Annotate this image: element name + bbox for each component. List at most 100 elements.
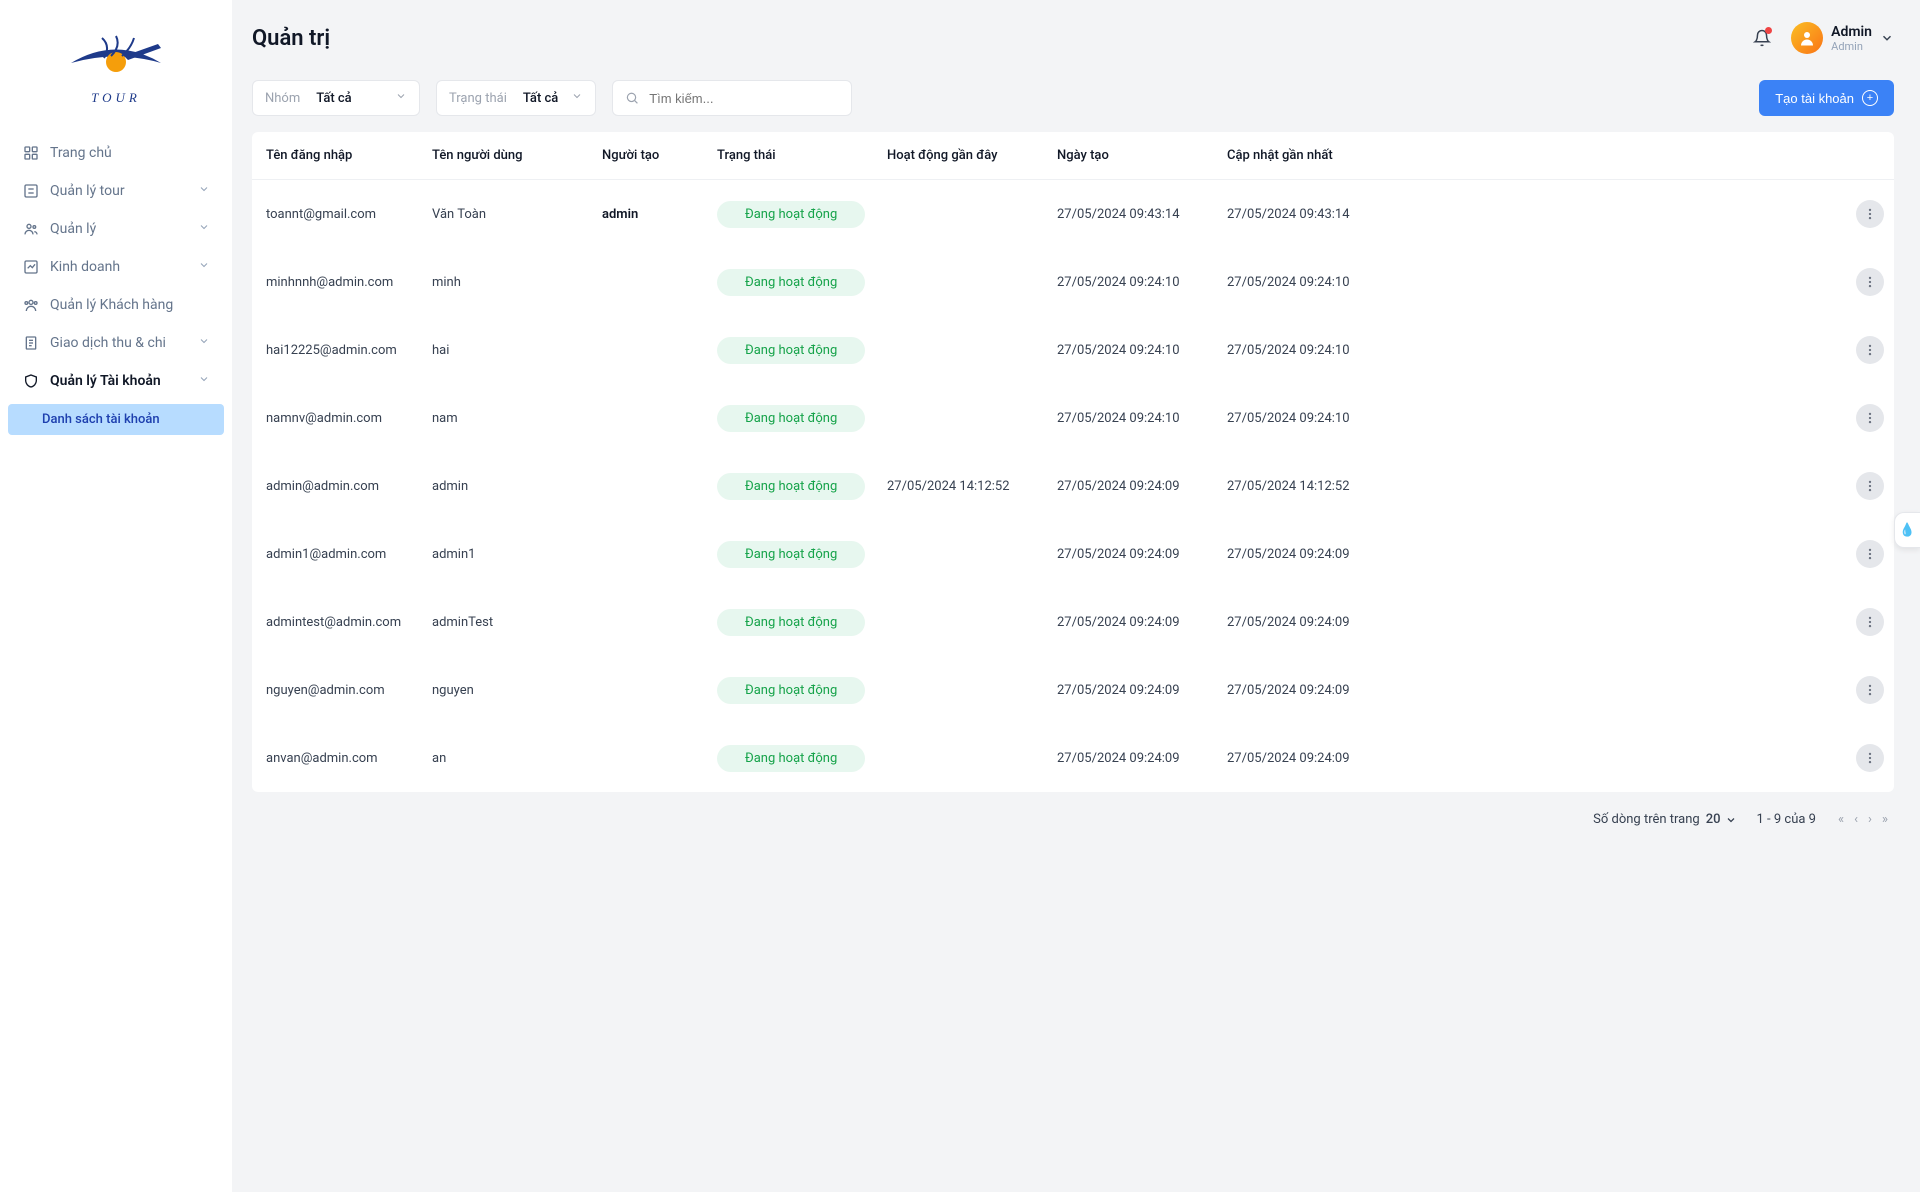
page-last-button[interactable]: » — [1880, 810, 1890, 829]
chevron-down-icon — [571, 90, 583, 106]
main: Quản trị Admin Admin — [232, 0, 1920, 1192]
cell-name: adminTest — [422, 588, 592, 656]
group-select-label: Nhóm — [265, 91, 300, 106]
row-actions-button[interactable] — [1856, 540, 1884, 568]
table-header-actions — [1846, 132, 1894, 180]
search-icon — [625, 90, 639, 106]
sidebar-item-5[interactable]: Giao dịch thu & chi — [8, 324, 224, 362]
cell-name: nam — [422, 384, 592, 452]
chart-icon — [22, 258, 40, 276]
row-actions-button[interactable] — [1856, 744, 1884, 772]
cell-last-activity — [877, 588, 1047, 656]
cell-login: admin1@admin.com — [252, 520, 422, 588]
search-box — [612, 80, 852, 116]
rows-per-page-select[interactable]: Số dòng trên trang 20 — [1593, 812, 1736, 827]
table-row: minhnnh@admin.comminhĐang hoạt động27/05… — [252, 248, 1894, 316]
cell-creator — [592, 384, 707, 452]
pagination-range: 1 - 9 của 9 — [1757, 812, 1816, 827]
square-list-icon — [22, 182, 40, 200]
row-actions-button[interactable] — [1856, 676, 1884, 704]
user-name: Admin — [1831, 24, 1872, 40]
chevron-down-icon — [198, 259, 210, 275]
cell-login: toannt@gmail.com — [252, 180, 422, 249]
cell-creator — [592, 520, 707, 588]
grid-icon — [22, 144, 40, 162]
table-row: anvan@admin.comanĐang hoạt động27/05/202… — [252, 724, 1894, 792]
row-actions-button[interactable] — [1856, 268, 1884, 296]
status-badge: Đang hoạt động — [717, 201, 865, 228]
sidebar-item-6[interactable]: Quản lý Tài khoản — [8, 362, 224, 400]
page-prev-button[interactable]: ‹ — [1852, 810, 1860, 829]
table-row: admintest@admin.comadminTestĐang hoạt độ… — [252, 588, 1894, 656]
table-header-row: Tên đăng nhậpTên người dùngNgười tạoTrạn… — [252, 132, 1894, 180]
sidebar-item-4[interactable]: Quản lý Khách hàng — [8, 286, 224, 324]
sidebar-item-2[interactable]: Quản lý — [8, 210, 224, 248]
sidebar-item-0[interactable]: Trang chủ — [8, 134, 224, 172]
top-right: Admin Admin — [1749, 22, 1894, 54]
cell-last-activity — [877, 316, 1047, 384]
sidebar-item-label: Quản lý Tài khoản — [50, 373, 161, 389]
logo[interactable]: TOUR — [0, 0, 232, 124]
sidebar-item-label: Trang chủ — [50, 145, 112, 161]
cell-creator — [592, 588, 707, 656]
row-actions-button[interactable] — [1856, 404, 1884, 432]
user-role: Admin — [1831, 40, 1872, 53]
cell-created: 27/05/2024 09:24:10 — [1047, 316, 1217, 384]
receipt-icon — [22, 334, 40, 352]
row-actions-button[interactable] — [1856, 336, 1884, 364]
cell-status: Đang hoạt động — [707, 520, 877, 588]
sidebar-subitem-account-list[interactable]: Danh sách tài khoản — [8, 404, 224, 435]
cell-last-activity — [877, 248, 1047, 316]
status-badge: Đang hoạt động — [717, 745, 865, 772]
table-row: hai12225@admin.comhaiĐang hoạt động27/05… — [252, 316, 1894, 384]
cell-updated: 27/05/2024 09:24:09 — [1217, 656, 1846, 724]
user-menu[interactable]: Admin Admin — [1791, 22, 1894, 54]
cell-name: admin1 — [422, 520, 592, 588]
accounts-table: Tên đăng nhậpTên người dùngNgười tạoTrạn… — [252, 132, 1894, 792]
sidebar-item-3[interactable]: Kinh doanh — [8, 248, 224, 286]
row-actions-button[interactable] — [1856, 472, 1884, 500]
cell-creator: admin — [592, 180, 707, 249]
status-select[interactable]: Trạng thái Tất cả — [436, 80, 596, 116]
cell-status: Đang hoạt động — [707, 656, 877, 724]
status-select-label: Trạng thái — [449, 91, 507, 106]
page-first-button[interactable]: « — [1836, 810, 1846, 829]
cell-login: anvan@admin.com — [252, 724, 422, 792]
search-input[interactable] — [649, 91, 839, 106]
users-icon — [22, 220, 40, 238]
cell-created: 27/05/2024 09:24:10 — [1047, 384, 1217, 452]
chevron-down-icon — [1725, 814, 1737, 826]
floating-side-tab[interactable]: 💧 — [1894, 512, 1920, 548]
group-select[interactable]: Nhóm Tất cả — [252, 80, 420, 116]
row-actions-button[interactable] — [1856, 200, 1884, 228]
cell-creator — [592, 724, 707, 792]
chevron-down-icon — [395, 90, 407, 106]
cell-created: 27/05/2024 09:24:09 — [1047, 452, 1217, 520]
sidebar-item-label: Quản lý tour — [50, 183, 125, 199]
cell-updated: 27/05/2024 09:24:09 — [1217, 724, 1846, 792]
sidebar-item-1[interactable]: Quản lý tour — [8, 172, 224, 210]
rows-per-page-label: Số dòng trên trang — [1593, 812, 1700, 827]
status-badge: Đang hoạt động — [717, 337, 865, 364]
notifications-button[interactable] — [1749, 25, 1775, 51]
logo-box: TOUR — [66, 28, 166, 106]
pagination-nav: « ‹ › » — [1836, 810, 1890, 829]
page-next-button[interactable]: › — [1866, 810, 1874, 829]
create-account-button[interactable]: Tạo tài khoản + — [1759, 80, 1894, 116]
status-badge: Đang hoạt động — [717, 541, 865, 568]
cell-created: 27/05/2024 09:24:10 — [1047, 248, 1217, 316]
rows-per-page-value: 20 — [1706, 812, 1721, 827]
cell-created: 27/05/2024 09:24:09 — [1047, 656, 1217, 724]
chevron-down-icon — [1880, 31, 1894, 45]
table-row: admin@admin.comadminĐang hoạt động27/05/… — [252, 452, 1894, 520]
table-row: admin1@admin.comadmin1Đang hoạt động27/0… — [252, 520, 1894, 588]
row-actions-button[interactable] — [1856, 608, 1884, 636]
plus-circle-icon: + — [1862, 90, 1878, 106]
cell-name: admin — [422, 452, 592, 520]
cell-name: minh — [422, 248, 592, 316]
table-body: toannt@gmail.comVăn ToànadminĐang hoạt đ… — [252, 180, 1894, 793]
table-header-1: Tên người dùng — [422, 132, 592, 180]
status-badge: Đang hoạt động — [717, 609, 865, 636]
cell-status: Đang hoạt động — [707, 452, 877, 520]
cell-last-activity — [877, 180, 1047, 249]
